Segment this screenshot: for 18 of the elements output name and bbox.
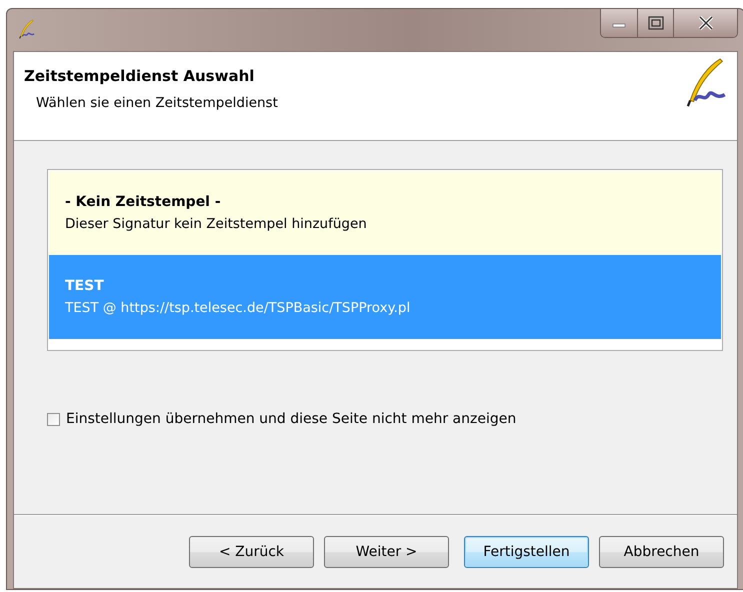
- checkbox-label: Einstellungen übernehmen und diese Seite nicht mehr anzeigen: [66, 411, 516, 427]
- close-button[interactable]: [673, 9, 737, 37]
- dialog-button[interactable]: < Zurück: [189, 536, 314, 568]
- service-name: - Kein Zeitstempel -: [65, 194, 222, 210]
- checkbox[interactable]: [47, 412, 60, 426]
- page-title: Zeitstempeldienst Auswahl: [24, 67, 256, 85]
- service-detail: Dieser Signatur kein Zeitstempel hinzufügen: [65, 216, 368, 232]
- dialog-button[interactable]: Abbrechen: [599, 536, 724, 568]
- close-icon: [698, 16, 714, 30]
- dialog-button[interactable]: Fertigstellen: [464, 536, 589, 568]
- service-item[interactable]: - Kein Zeitstempel - Dieser Signatur kein Zeitstempel hinzufügen: [49, 171, 721, 255]
- service-name: TEST: [65, 278, 105, 294]
- page-subtitle: Wählen sie einen Zeitstempeldienst: [36, 95, 278, 111]
- maximize-icon: [648, 16, 664, 30]
- dialog-button[interactable]: Weiter >: [324, 536, 449, 568]
- quill-icon: [17, 19, 35, 39]
- service-detail: TEST @ https://tsp.telesec.de/TSPBasic/TSPProxy.pl: [65, 300, 412, 316]
- maximize-button[interactable]: [637, 9, 673, 37]
